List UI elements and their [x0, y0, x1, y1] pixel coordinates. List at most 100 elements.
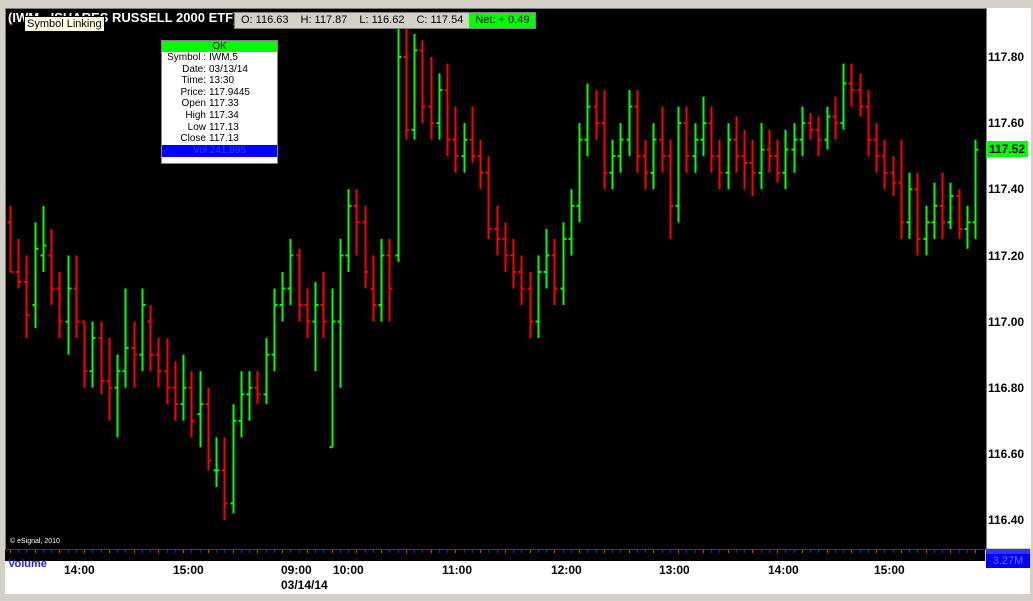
ohlc-bar [246, 371, 253, 421]
ohlc-bar [485, 156, 492, 239]
low-readout: L: 116.62 [359, 14, 405, 26]
ohlc-bar [510, 238, 517, 289]
ohlc-bar [898, 139, 905, 239]
ohlc-bar [543, 228, 550, 289]
ohlc-bar [337, 238, 344, 388]
ohlc-bar [155, 338, 162, 388]
cursor-row-label: Time: [181, 75, 206, 87]
cursor-window[interactable]: OK Symbol : IWM,5 Date: 03/13/14 Time: 13:30 P… [161, 40, 278, 164]
ohlc-bar [766, 129, 773, 173]
ohlc-bar [650, 123, 657, 190]
ohlc-bar [279, 271, 286, 322]
ohlc-bar [188, 371, 195, 438]
volume-readout: 3.27M [986, 554, 1030, 568]
time-tick-label: 09:00 [281, 563, 312, 577]
cursor-row: Time: 13:30 [162, 75, 277, 87]
ohlc-bar [98, 321, 105, 395]
cursor-row-value: IWM,5 [209, 52, 238, 63]
open-readout: O: 116.63 [241, 14, 289, 26]
cursor-row-label: Price: [180, 86, 206, 98]
ohlc-bar [609, 139, 616, 190]
ohlc-chart [7, 23, 979, 553]
cursor-row: High 117.34 [162, 110, 277, 122]
ohlc-bar [403, 23, 410, 140]
cursor-volume: Vol 241,895 [162, 144, 277, 157]
cursor-row-value: 117.9445 [209, 86, 250, 98]
ohlc-bar [40, 205, 47, 272]
ohlc-bar [56, 271, 63, 339]
cursor-ok-button[interactable]: OK [162, 41, 277, 52]
time-tick-label: 14:00 [64, 563, 95, 577]
ohlc-bar [477, 139, 484, 190]
ohlc-bar [815, 116, 822, 157]
cursor-row-value: 117.33 [209, 98, 239, 110]
ohlc-bar [494, 205, 501, 256]
ohlc-bar [617, 123, 624, 173]
ohlc-bar [15, 238, 22, 289]
ohlc-bar [180, 354, 187, 421]
ohlc-bar [329, 288, 336, 449]
ohlc-bar [799, 106, 806, 157]
ohlc-bar [700, 96, 707, 157]
time-tick-label: 15:00 [874, 563, 905, 577]
ohlc-bar [23, 255, 30, 339]
ohlc-bar [692, 123, 699, 173]
ohlc-bar [205, 387, 212, 471]
ohlc-bar [593, 90, 600, 140]
ohlc-bar [131, 321, 138, 388]
ohlc-bar [584, 83, 591, 157]
ohlc-bar [914, 172, 921, 256]
price-tick-label: 116.40 [988, 513, 1025, 528]
ohlc-bar [535, 255, 542, 339]
ohlc-bar [840, 63, 847, 130]
cursor-row: Price: 117.9445 [162, 87, 277, 99]
cursor-row: Low 117.13 [162, 122, 277, 134]
ohlc-bar [370, 255, 377, 322]
ohlc-bar [213, 437, 220, 487]
ohlc-bar [947, 182, 954, 229]
ohlc-bar [411, 33, 418, 140]
ohlc-bar [733, 116, 740, 173]
price-tick-label: 117.20 [988, 248, 1025, 263]
ohlc-bar [807, 113, 814, 140]
ohlc-bar [296, 248, 303, 322]
ohlc-bar [452, 106, 459, 173]
ohlc-bar [172, 361, 179, 421]
ohlc-bar [254, 371, 261, 405]
cursor-rows: Symbol : IWM,5 Date: 03/13/14 Time: 13:30 Pric… [162, 52, 277, 145]
ohlc-bar [972, 139, 979, 239]
ohlc-bar [956, 189, 963, 239]
ohlc-bar [527, 271, 534, 339]
cursor-row-value: 117.13 [209, 121, 239, 133]
cursor-row-label: Close [180, 133, 206, 145]
ohlc-bar [931, 182, 938, 239]
ohlc-bar [634, 90, 641, 173]
price-tick-label: 117.00 [988, 314, 1025, 329]
ohlc-bar [667, 139, 674, 239]
price-tick-label: 116.80 [988, 381, 1025, 395]
ohlc-bar [263, 338, 270, 405]
ohlc-bar [271, 288, 278, 372]
ohlc-bar [7, 205, 14, 273]
ohlc-bar [675, 106, 682, 223]
net-change-badge: Net: + 0.49 [469, 13, 536, 28]
ohlc-bar [857, 73, 864, 117]
cursor-row-label: High [185, 109, 206, 121]
ohlc-bar [197, 371, 204, 448]
cursor-row-label: Date: [182, 63, 206, 75]
time-tick-label: 11:00 [442, 563, 473, 577]
ohlc-bar [353, 189, 360, 256]
ohlc-bar [906, 172, 913, 239]
ohlc-bar [659, 106, 666, 173]
ohlc-bar [65, 255, 72, 355]
ohlc-bar [395, 23, 402, 263]
ohlc-bar [601, 90, 608, 190]
ohlc-bar [287, 238, 294, 306]
ohlc-bar [345, 189, 352, 272]
date-tick-label: 03/14/14 [281, 578, 328, 592]
ohlc-bar [642, 139, 649, 190]
cursor-row-value: 13:30 [209, 75, 235, 87]
ohlc-bar [238, 371, 245, 438]
time-tick-label: 14:00 [768, 563, 799, 577]
ohlc-bar [428, 57, 435, 140]
